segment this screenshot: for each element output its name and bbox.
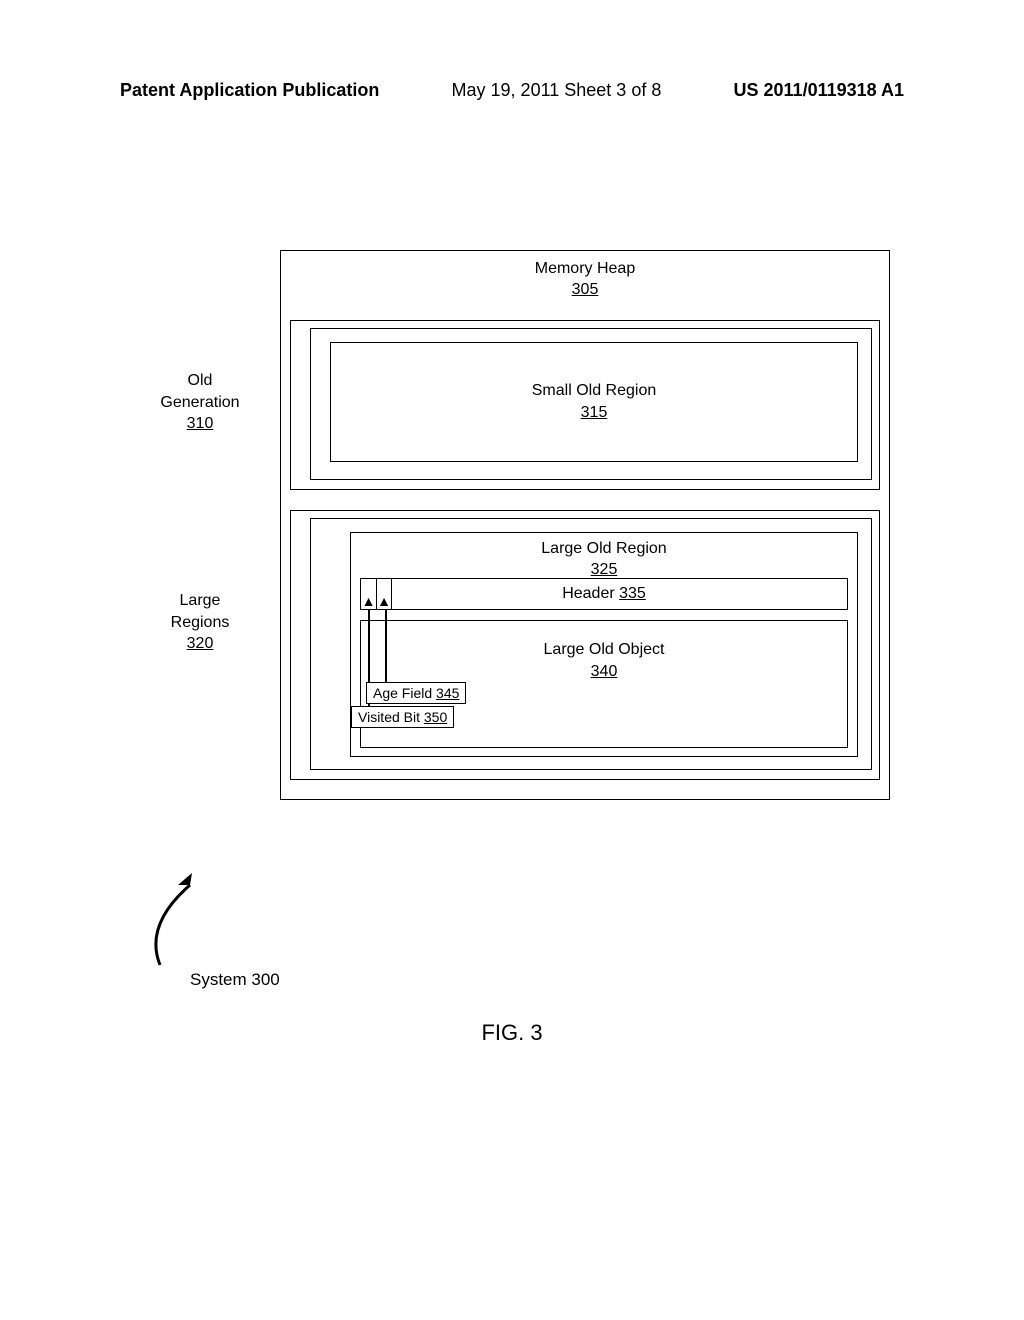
large-regions-ref: 320 bbox=[187, 635, 214, 652]
header-box-label: Header bbox=[562, 585, 619, 602]
small-old-region-ref: 315 bbox=[581, 402, 608, 424]
large-old-object-label: Large Old Object bbox=[544, 641, 665, 658]
large-regions-side-label: Large Regions 320 bbox=[130, 590, 270, 655]
age-field-ref: 345 bbox=[436, 685, 459, 701]
system-arrow-icon bbox=[130, 865, 240, 975]
figure-label: FIG. 3 bbox=[0, 1020, 1024, 1046]
header-box: Header 335 bbox=[360, 578, 848, 610]
visited-bit-label: Visited Bit bbox=[358, 709, 424, 725]
small-old-region-label: Small Old Region bbox=[532, 380, 657, 402]
visited-bit-callout: Visited Bit 350 bbox=[351, 706, 454, 728]
header-box-ref: 335 bbox=[619, 585, 646, 602]
lead-line-age bbox=[385, 610, 387, 683]
memory-heap-ref: 305 bbox=[572, 281, 599, 298]
visited-bit-ref: 350 bbox=[424, 709, 447, 725]
old-generation-label: Old Generation bbox=[160, 372, 239, 411]
header-center: May 19, 2011 Sheet 3 of 8 bbox=[452, 80, 662, 101]
header-bit-age: ▲ bbox=[376, 578, 392, 610]
system-label: System 300 bbox=[190, 970, 280, 990]
header-right: US 2011/0119318 A1 bbox=[734, 80, 904, 101]
old-generation-ref: 310 bbox=[187, 415, 214, 432]
large-old-object-ref: 340 bbox=[591, 663, 618, 680]
small-old-region-box: Small Old Region 315 bbox=[330, 342, 858, 462]
old-generation-side-label: Old Generation 310 bbox=[130, 370, 270, 435]
memory-heap-label: Memory Heap bbox=[535, 260, 635, 277]
large-old-region-label: Large Old Region bbox=[541, 540, 666, 557]
large-old-region-ref: 325 bbox=[591, 561, 618, 578]
header-left: Patent Application Publication bbox=[120, 80, 379, 101]
large-regions-label: Large Regions bbox=[171, 592, 230, 631]
header-bit-visited: ▲ bbox=[360, 578, 376, 610]
age-field-callout: Age Field 345 bbox=[366, 682, 466, 704]
page-header: Patent Application Publication May 19, 2… bbox=[0, 80, 1024, 101]
age-field-label: Age Field bbox=[373, 685, 436, 701]
